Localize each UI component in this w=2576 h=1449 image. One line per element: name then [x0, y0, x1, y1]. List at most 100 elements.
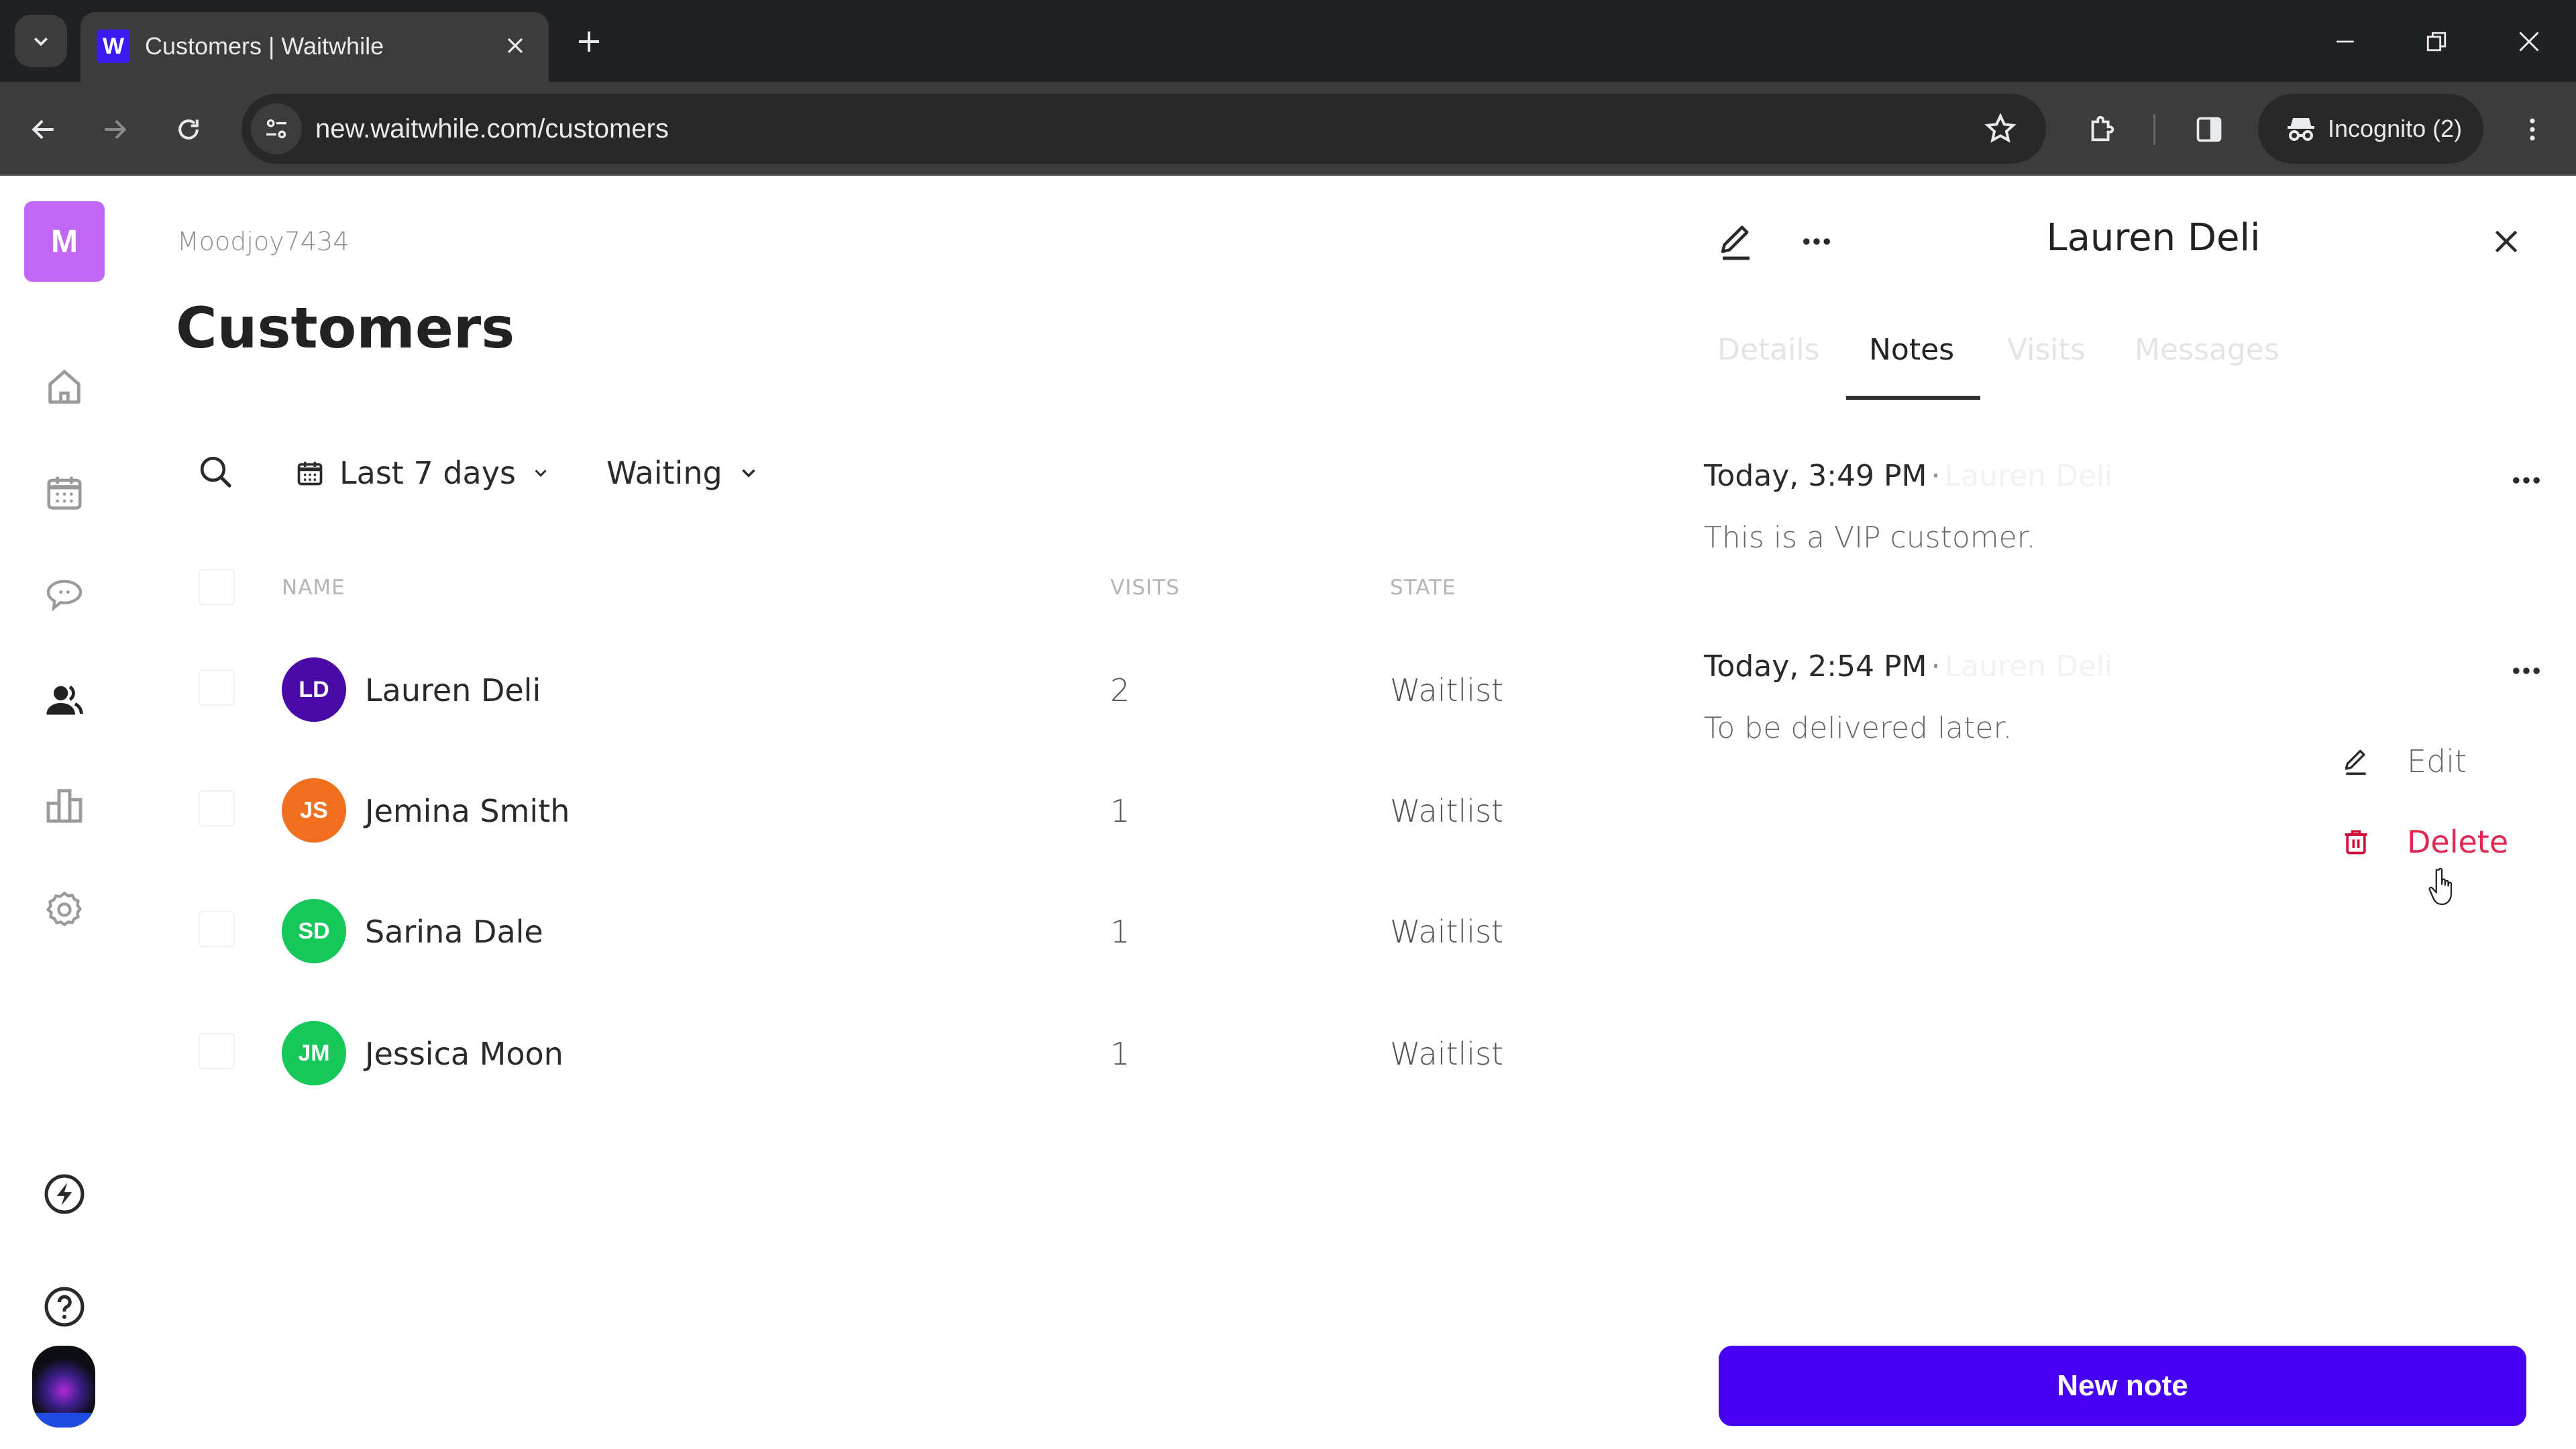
- customer-name: Jessica Moon: [365, 1036, 564, 1072]
- row-checkbox[interactable]: [199, 911, 235, 947]
- minimize-window-button[interactable]: [2318, 15, 2372, 68]
- pencil-icon: [2345, 749, 2366, 775]
- row-checkbox[interactable]: [199, 1033, 235, 1069]
- star-icon: [1984, 113, 2017, 143]
- incognito-label: Incognito (2): [2328, 115, 2463, 142]
- date-range-filter[interactable]: Last 7 days: [295, 451, 551, 495]
- tab-search-button[interactable]: [15, 15, 67, 67]
- customer-state: Waitlist: [1390, 1036, 1504, 1072]
- org-switcher-button[interactable]: M: [24, 201, 105, 282]
- column-header-name[interactable]: NAME: [282, 576, 345, 600]
- browser-toolbar: new.waitwhile.com/customers Incognito (2…: [0, 82, 2576, 176]
- row-checkbox[interactable]: [199, 669, 235, 706]
- search-icon: [200, 456, 231, 488]
- customer-state: Waitlist: [1390, 793, 1504, 829]
- reload-button[interactable]: [165, 106, 212, 153]
- new-tab-button[interactable]: [568, 20, 610, 63]
- search-button[interactable]: [195, 451, 236, 492]
- tab-notes[interactable]: Notes: [1869, 333, 1954, 367]
- customer-name: Sarina Dale: [365, 914, 543, 950]
- side-panel-icon: [2196, 117, 2222, 142]
- browser-tab-active[interactable]: W Customers | Waitwhile: [80, 12, 549, 82]
- calendar-icon: [47, 476, 82, 510]
- customer-name: Lauren Deli: [365, 672, 541, 708]
- forward-button[interactable]: [91, 106, 138, 153]
- toolbar-divider: [2153, 114, 2155, 145]
- select-all-checkbox[interactable]: [199, 569, 235, 605]
- customer-name: Jemina Smith: [365, 793, 570, 829]
- org-name: Moodjoy7434: [177, 227, 350, 256]
- close-panel-button[interactable]: [2483, 219, 2529, 264]
- tab-title: Customers | Waitwhile: [145, 32, 384, 60]
- puzzle-icon: [2091, 115, 2114, 142]
- more-horizontal-icon: [2513, 477, 2540, 484]
- plus-icon: [579, 32, 599, 52]
- note-meta: Today, 3:49 PM · Lauren Deli: [1704, 459, 2112, 493]
- customer-avatar: LD: [282, 657, 346, 722]
- incognito-indicator[interactable]: Incognito (2): [2258, 94, 2483, 164]
- menu-item-edit-label: Edit: [2407, 743, 2467, 780]
- note-author: Lauren Deli: [1944, 649, 2113, 684]
- address-bar[interactable]: new.waitwhile.com/customers: [241, 94, 2046, 164]
- tab-messages[interactable]: Messages: [2135, 333, 2279, 367]
- lightning-icon: [44, 1174, 85, 1214]
- tab-visits[interactable]: Visits: [2007, 333, 2086, 367]
- close-icon: [2519, 32, 2539, 52]
- site-info-button[interactable]: [251, 103, 302, 154]
- note-meta: Today, 2:54 PM · Lauren Deli: [1704, 649, 2112, 684]
- column-header-state[interactable]: STATE: [1390, 576, 1456, 600]
- back-button[interactable]: [20, 106, 67, 153]
- customer-visits: 1: [1110, 793, 1130, 829]
- arrow-right-icon: [105, 119, 127, 140]
- panel-title: Lauren Deli: [2046, 216, 2261, 260]
- note-options-button[interactable]: [2502, 462, 2551, 499]
- tab-close-button[interactable]: [496, 27, 534, 64]
- table-row[interactable]: LD Lauren Deli 2 Waitlist: [0, 637, 1610, 738]
- incognito-icon: [2288, 118, 2314, 141]
- restore-window-button[interactable]: [2410, 15, 2463, 68]
- note-timestamp: Today, 2:54 PM: [1704, 649, 1927, 684]
- table-row[interactable]: JM Jessica Moon 1 Waitlist: [0, 1001, 1610, 1102]
- chat-icon: [46, 580, 83, 612]
- customer-state: Waitlist: [1390, 672, 1504, 708]
- sidebar-item-whats-new[interactable]: [31, 1161, 98, 1228]
- new-note-button[interactable]: New note: [1719, 1346, 2526, 1426]
- column-header-visits[interactable]: VISITS: [1110, 576, 1180, 600]
- help-icon: [44, 1287, 85, 1327]
- side-panel-button[interactable]: [2186, 106, 2233, 153]
- active-tab-indicator: [1846, 396, 1980, 400]
- extensions-button[interactable]: [2078, 106, 2125, 153]
- table-row[interactable]: JS Jemina Smith 1 Waitlist: [0, 758, 1610, 859]
- customer-visits: 1: [1110, 914, 1130, 950]
- sidebar-item-messages[interactable]: [31, 562, 98, 629]
- tab-details[interactable]: Details: [1717, 333, 1820, 367]
- sidebar-item-home[interactable]: [31, 354, 98, 421]
- state-filter-label: Waiting: [606, 455, 722, 491]
- row-checkbox[interactable]: [199, 790, 235, 826]
- minimize-icon: [2337, 40, 2354, 43]
- hand-cursor-icon: [2428, 867, 2453, 906]
- bookmark-button[interactable]: [1982, 110, 2019, 148]
- note-author: Lauren Deli: [1944, 459, 2113, 493]
- user-profile-avatar[interactable]: [32, 1346, 95, 1428]
- close-window-button[interactable]: [2502, 15, 2556, 68]
- note-separator: ·: [1931, 459, 1941, 493]
- customer-state: Waitlist: [1390, 914, 1504, 950]
- more-vertical-icon: [2530, 118, 2535, 141]
- sidebar-item-help[interactable]: [31, 1273, 98, 1340]
- note-options-button[interactable]: [2502, 652, 2551, 690]
- browser-menu-button[interactable]: [2509, 106, 2556, 153]
- state-filter[interactable]: Waiting: [606, 451, 760, 495]
- table-row[interactable]: SD Sarina Dale 1 Waitlist: [0, 879, 1610, 979]
- menu-item-delete-label: Delete: [2407, 824, 2509, 860]
- browser-tab-bar: W Customers | Waitwhile: [0, 0, 2576, 82]
- menu-item-edit[interactable]: Edit: [2328, 731, 2529, 792]
- customer-avatar: SD: [282, 899, 346, 963]
- home-icon: [48, 370, 80, 404]
- menu-item-delete[interactable]: Delete: [2328, 812, 2529, 872]
- trash-icon: [2345, 830, 2367, 855]
- url-text[interactable]: new.waitwhile.com/customers: [315, 111, 669, 146]
- sidebar-item-calendar[interactable]: [31, 459, 98, 526]
- close-icon: [507, 38, 523, 54]
- reload-icon: [178, 119, 199, 140]
